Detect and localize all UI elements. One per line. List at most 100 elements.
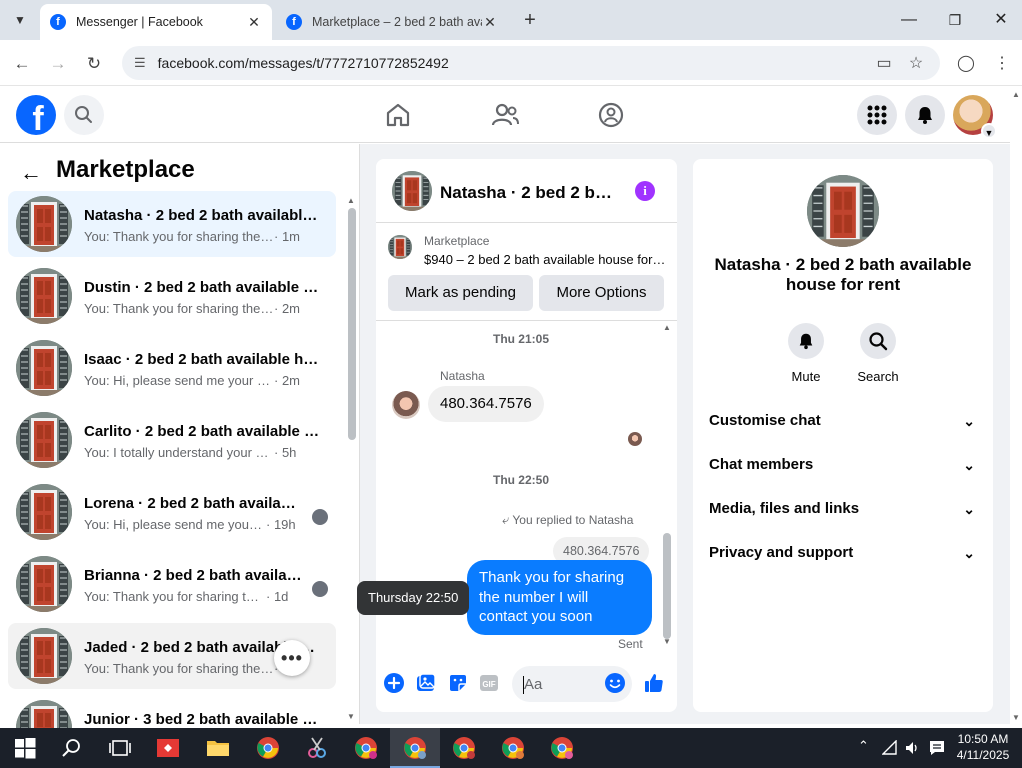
scroll-up-arrow-icon[interactable]: ▲	[663, 323, 671, 332]
panel-title: Marketplace	[56, 156, 195, 183]
customise-chat-section[interactable]: Customise chat ⌄	[709, 399, 979, 443]
facebook-search-button[interactable]	[64, 95, 104, 135]
chat-panel: Natasha · 2 bed 2 bath available house f…	[376, 159, 677, 712]
friends-icon[interactable]	[489, 99, 521, 131]
conversation-list-scrollbar[interactable]	[348, 208, 356, 440]
gif-icon[interactable]: GIF	[478, 672, 500, 694]
mute-button[interactable]: Mute	[776, 323, 836, 384]
conversation-thumbnail	[16, 268, 72, 324]
sender-avatar[interactable]	[392, 391, 420, 419]
chat-avatar[interactable]	[392, 171, 432, 211]
conversation-time: · 1d	[266, 589, 289, 604]
anydesk-icon[interactable]	[156, 736, 180, 760]
tab-messenger[interactable]: f Messenger | Facebook ✕	[40, 4, 272, 40]
show-hidden-icons-chevron-icon[interactable]: ⌃	[858, 738, 869, 754]
grid-menu-icon	[867, 105, 887, 125]
tab-marketplace[interactable]: f Marketplace – 2 bed 2 bath available h…	[276, 4, 508, 40]
privacy-support-section[interactable]: Privacy and support ⌄	[709, 531, 979, 575]
chevron-down-icon: ⌄	[963, 501, 975, 517]
section-label: Media, files and links	[709, 500, 860, 517]
page-scroll-down-icon[interactable]: ▼	[1012, 713, 1020, 722]
windows-taskbar: ⌃ 10:50 AM 4/11/2025	[0, 728, 1022, 768]
groups-icon[interactable]	[595, 99, 627, 131]
forward-button[interactable]: →	[46, 52, 70, 76]
scroll-down-arrow-icon[interactable]: ▼	[663, 637, 671, 646]
snipping-tool-icon[interactable]	[305, 736, 329, 760]
conversation-info-panel: Natasha · 2 bed 2 bath available house f…	[693, 159, 993, 712]
chrome-profile-icon[interactable]	[354, 736, 378, 760]
task-view-icon[interactable]	[108, 736, 132, 760]
scroll-up-arrow-icon[interactable]: ▲	[347, 196, 355, 205]
conversation-item[interactable]: Junior · 3 bed 2 bath available house fo…	[8, 695, 336, 728]
facebook-logo-icon[interactable]: f	[16, 95, 56, 135]
read-receipt-avatar	[628, 432, 642, 446]
conversation-thumbnail	[16, 628, 72, 684]
reload-button[interactable]: ↻	[82, 52, 106, 76]
info-avatar[interactable]	[807, 175, 879, 247]
profile-icon[interactable]: ◯	[954, 52, 978, 76]
conversation-item[interactable]: Lorena · 2 bed 2 bath available house fo…	[8, 479, 336, 545]
outgoing-message[interactable]: Thank you for sharing the number I will …	[467, 560, 652, 635]
install-app-icon[interactable]: ▭	[872, 52, 896, 76]
photo-icon[interactable]	[415, 672, 437, 694]
notification-center-icon[interactable]	[928, 739, 946, 757]
conversation-item[interactable]: Dustin · 2 bed 2 bath available house fo…	[8, 263, 336, 329]
listing-source: Marketplace	[424, 234, 490, 248]
notifications-button[interactable]	[905, 95, 945, 135]
back-arrow-icon[interactable]: ←	[20, 160, 42, 186]
windows-start-icon[interactable]	[13, 736, 37, 760]
conversation-item[interactable]: Natasha · 2 bed 2 bath available house f…	[8, 191, 336, 257]
bookmark-star-icon[interactable]: ☆	[904, 52, 928, 76]
volume-icon[interactable]	[904, 740, 920, 756]
sticker-icon[interactable]	[447, 672, 469, 694]
account-avatar[interactable]: ▼	[953, 95, 997, 139]
timestamp: Thu 21:05	[492, 332, 549, 346]
more-options-button[interactable]: More Options	[539, 275, 664, 311]
listing-description[interactable]: $940 – 2 bed 2 bath available house for …	[424, 252, 666, 267]
browser-menu-icon[interactable]: ⋮	[990, 52, 1014, 76]
chrome-profile-icon[interactable]	[403, 736, 427, 760]
chat-scrollbar[interactable]	[663, 533, 671, 639]
mark-as-pending-button[interactable]: Mark as pending	[388, 275, 533, 311]
thumbs-up-icon[interactable]	[643, 672, 665, 694]
file-explorer-icon[interactable]	[206, 736, 230, 760]
conversation-item[interactable]: Brianna · 2 bed 2 bath available house f…	[8, 551, 336, 617]
back-button[interactable]: ←	[10, 52, 34, 76]
timestamp: Thu 22:50	[492, 473, 549, 487]
listing-thumbnail[interactable]	[388, 235, 412, 259]
scroll-down-arrow-icon[interactable]: ▼	[347, 712, 355, 721]
system-clock[interactable]: 10:50 AM 4/11/2025	[950, 731, 1016, 763]
chrome-profile-icon[interactable]	[550, 736, 574, 760]
close-window-button[interactable]: ✕	[986, 8, 1016, 32]
search-button[interactable]: Search	[848, 323, 908, 384]
conversation-time: · 19h	[266, 517, 296, 532]
tab-close-icon[interactable]: ✕	[482, 14, 498, 31]
incoming-message[interactable]: 480.364.7576	[428, 386, 544, 422]
site-settings-icon[interactable]: ☰	[134, 55, 146, 71]
maximize-button[interactable]: ❐	[940, 8, 970, 32]
tab-close-icon[interactable]: ✕	[246, 14, 262, 31]
seen-avatar	[312, 581, 328, 597]
plus-circle-icon[interactable]	[383, 672, 405, 694]
chrome-profile-icon[interactable]	[452, 736, 476, 760]
tab-search-chevron-icon[interactable]: ▼	[8, 8, 32, 32]
page-scroll-up-icon[interactable]: ▲	[1012, 90, 1020, 99]
url-field[interactable]: ☰ facebook.com/messages/t/77727107728524…	[122, 46, 940, 80]
conversation-item[interactable]: Carlito · 2 bed 2 bath available house f…	[8, 407, 336, 473]
minimize-button[interactable]: —	[894, 8, 924, 32]
emoji-icon[interactable]	[604, 672, 626, 694]
home-icon[interactable]	[382, 99, 414, 131]
chat-title[interactable]: Natasha · 2 bed 2 bath available house f…	[440, 183, 620, 203]
conversation-options-button[interactable]: •••	[274, 640, 310, 676]
network-icon[interactable]	[882, 740, 898, 756]
chat-members-section[interactable]: Chat members ⌄	[709, 443, 979, 487]
media-files-links-section[interactable]: Media, files and links ⌄	[709, 487, 979, 531]
new-tab-button[interactable]: +	[518, 8, 542, 32]
chrome-profile-icon[interactable]	[501, 736, 525, 760]
conversation-name: Natasha · 2 bed 2 bath available house f…	[84, 207, 322, 224]
search-icon[interactable]	[60, 736, 84, 760]
conversation-item[interactable]: Isaac · 2 bed 2 bath available house for…	[8, 335, 336, 401]
menu-button[interactable]	[857, 95, 897, 135]
chrome-icon[interactable]	[256, 736, 280, 760]
info-icon[interactable]: i	[635, 181, 655, 201]
